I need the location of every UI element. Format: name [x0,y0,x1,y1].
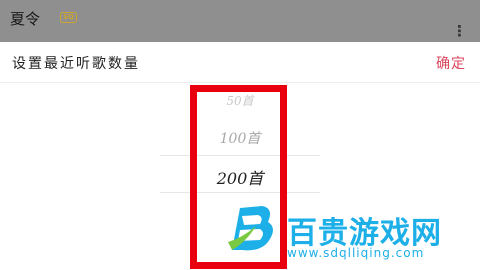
watermark-logo-icon [225,204,279,256]
sheet-header: 设置最近听歌数量 确定 [0,42,480,83]
confirm-button[interactable]: 确定 [436,53,466,73]
quality-badge: SQ [60,12,77,23]
background-song-list: 夏令 SQ ⋮ [0,0,480,42]
sheet-title: 设置最近听歌数量 [12,56,140,72]
more-options-icon[interactable]: ⋮ [452,24,467,39]
watermark-url: www.sdqlliqing.com [287,246,425,260]
song-title[interactable]: 夏令 [10,8,40,29]
